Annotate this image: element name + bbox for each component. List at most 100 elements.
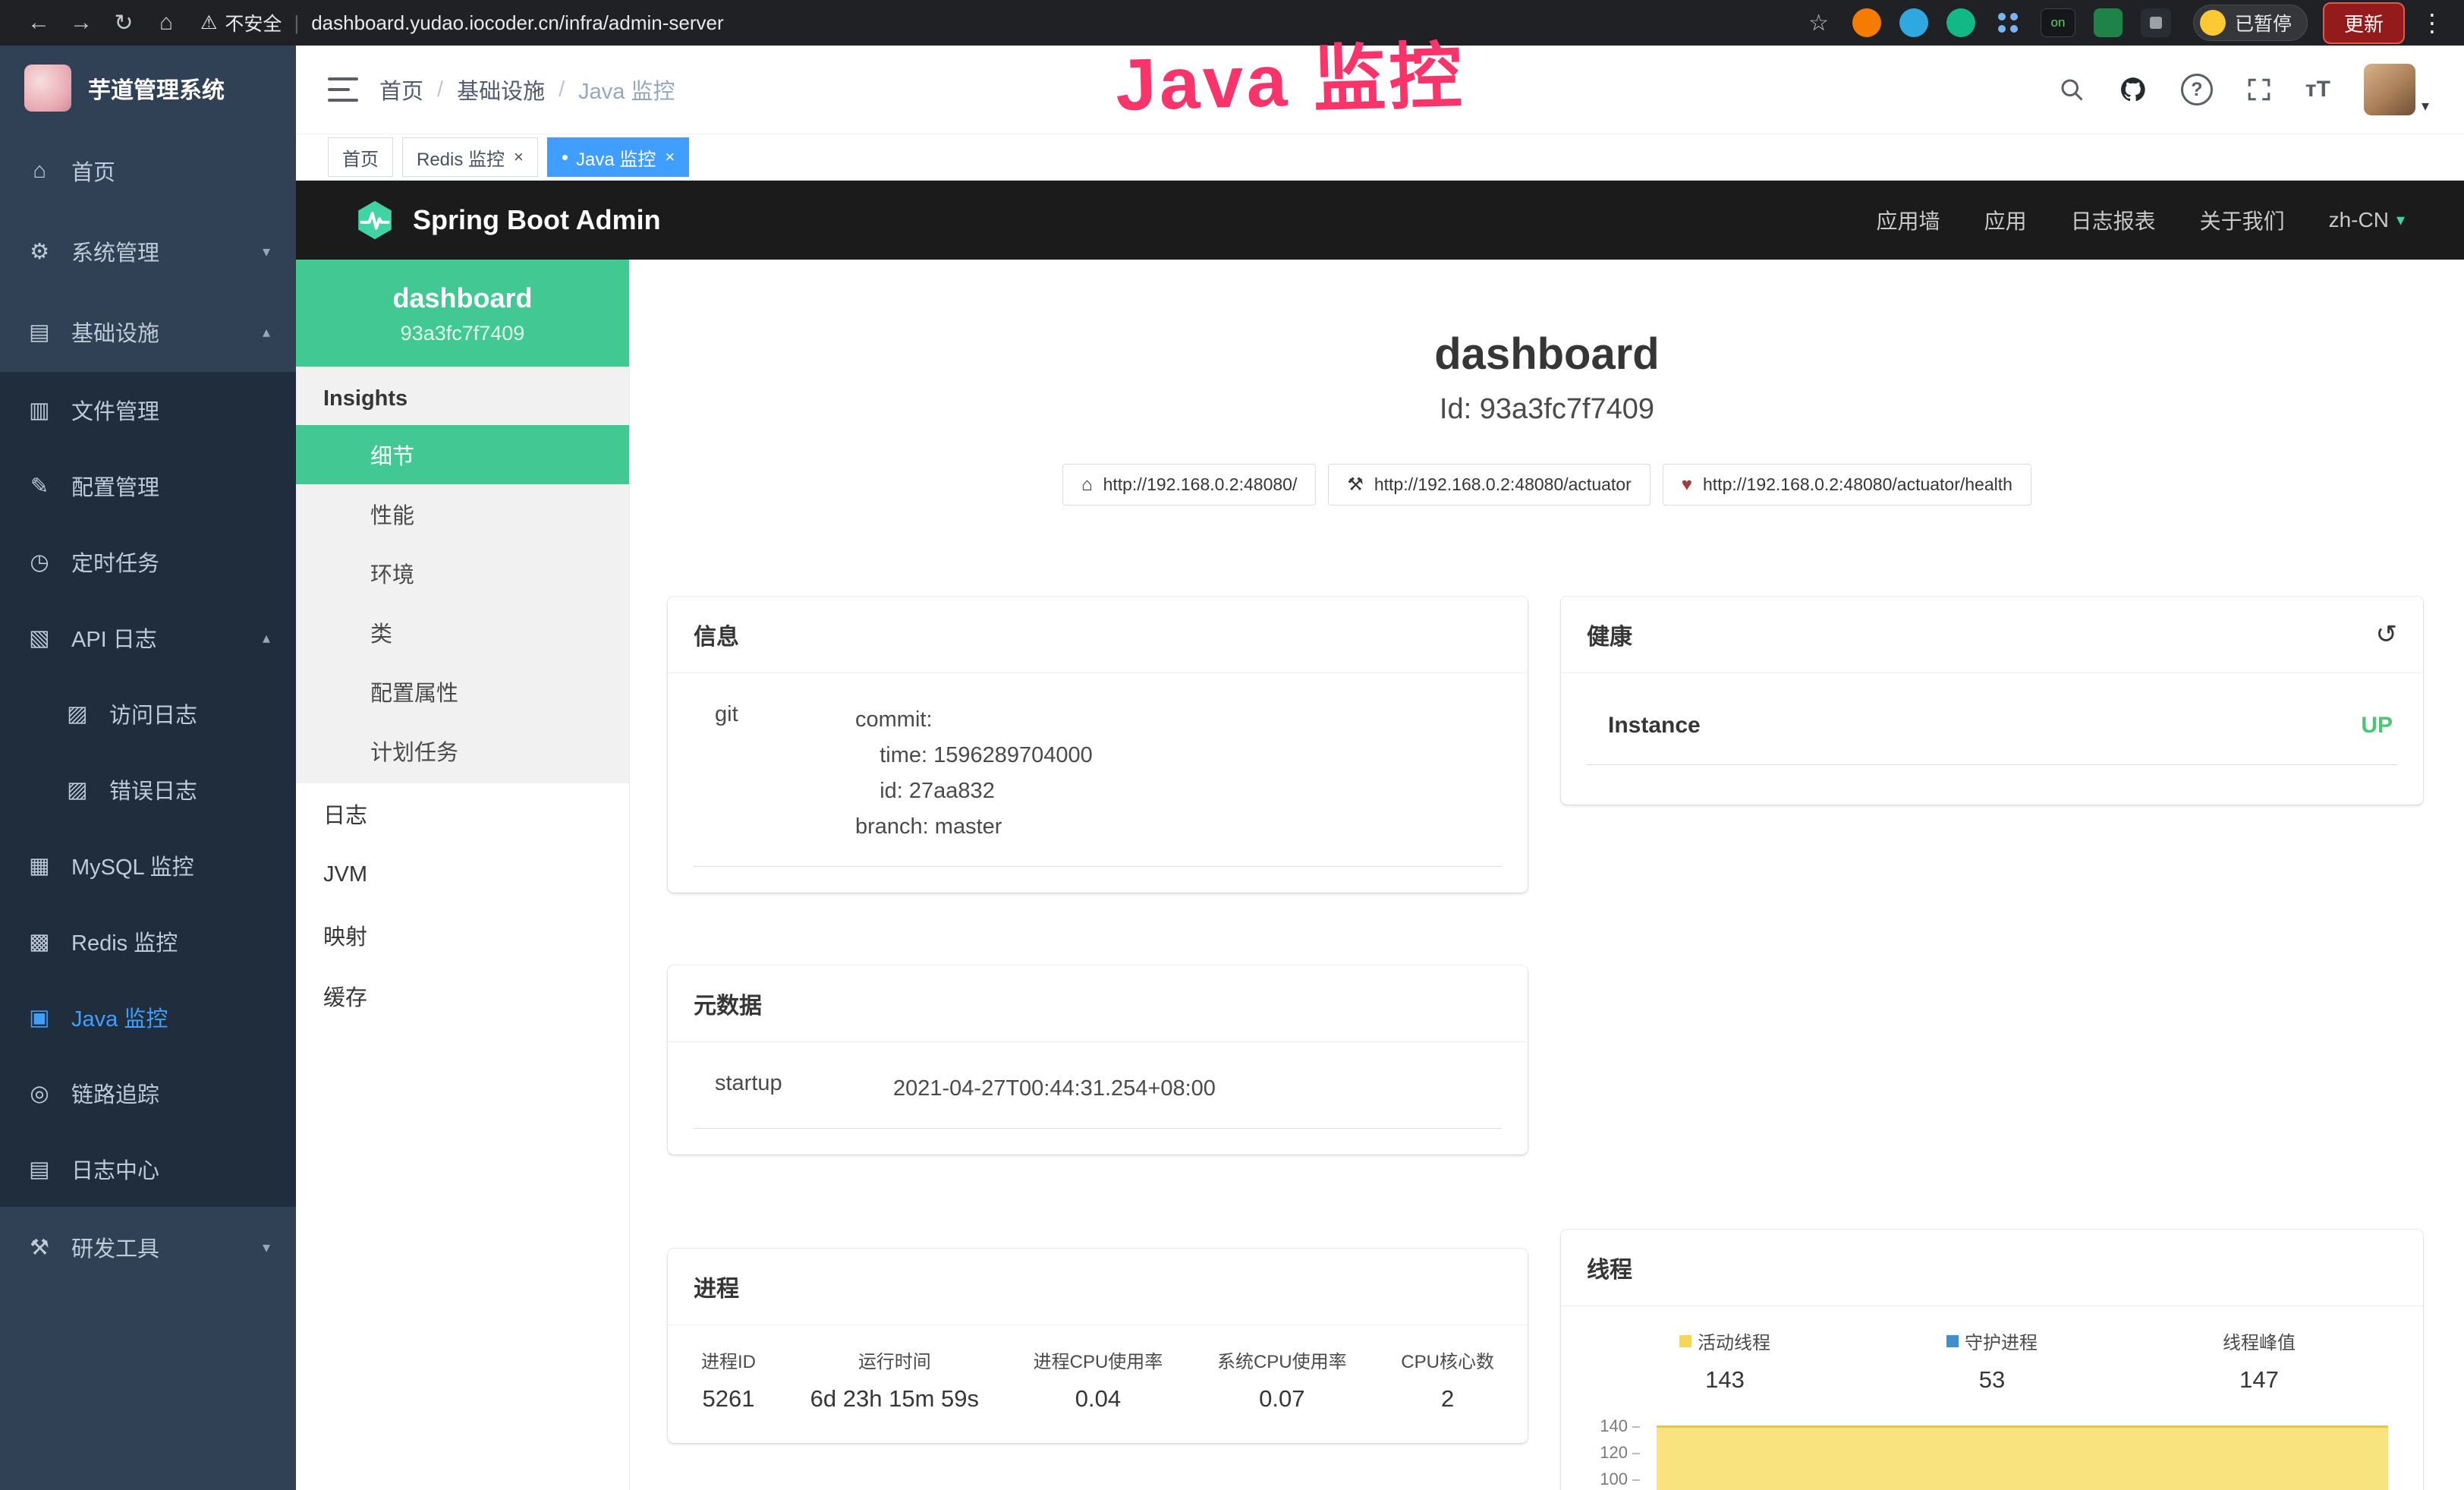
metadata-value: 2021-04-27T00:44:31.254+08:00: [893, 1071, 1216, 1107]
menu-item-classes[interactable]: 类: [296, 603, 629, 662]
address-url[interactable]: dashboard.yudao.iocoder.cn/infra/admin-s…: [311, 11, 723, 35]
sidebar-item-devtools[interactable]: ⚒ 研发工具 ▾: [0, 1207, 296, 1287]
main-column: 首页 / 基础设施 / Java 监控 ? тT ▾: [296, 46, 2464, 1490]
sidebar-item-log-center[interactable]: ▤ 日志中心: [0, 1131, 296, 1207]
card-title: 进程: [694, 1270, 739, 1303]
menu-item-scheduled-tasks[interactable]: 计划任务: [296, 721, 629, 780]
user-menu[interactable]: ▾: [2364, 64, 2429, 115]
info-card: 信息 git commit: time: 1596289704000 id: 2…: [668, 597, 1528, 893]
card-title: 健康: [1587, 618, 1632, 651]
close-icon[interactable]: ×: [665, 147, 675, 167]
reload-icon[interactable]: ↻: [105, 10, 143, 36]
legend-live-threads: 活动线程 143: [1591, 1328, 1858, 1394]
health-card-body: Instance UP: [1561, 673, 2423, 805]
browser-home-icon[interactable]: ⌂: [147, 10, 185, 36]
menu-group-mappings[interactable]: 映射: [296, 905, 629, 966]
update-button[interactable]: 更新: [2323, 2, 2405, 44]
font-size-icon[interactable]: тT: [2305, 77, 2330, 102]
metadata-card: 元数据 startup 2021-04-27T00:44:31.254+08:0…: [668, 966, 1528, 1155]
threads-legend: 活动线程 143 守护进程: [1591, 1328, 2393, 1394]
tab-java-monitor[interactable]: • Java 监控 ×: [547, 137, 689, 177]
paused-badge[interactable]: 已暂停: [2193, 5, 2308, 41]
sba-nav-wall[interactable]: 应用墙: [1877, 205, 1940, 235]
sidebar-item-label: 链路追踪: [71, 1077, 159, 1109]
breadcrumb-separator: /: [437, 77, 443, 102]
sba-nav-journal[interactable]: 日志报表: [2071, 205, 2156, 235]
breadcrumb-home[interactable]: 首页: [379, 74, 423, 106]
tab-label: 首页: [342, 144, 379, 171]
instance-content: dashboard Id: 93a3fc7f7409 ⌂ http://192.…: [630, 260, 2464, 1490]
sidebar-item-mysql[interactable]: ▦ MySQL 监控: [0, 827, 296, 903]
bookmark-star-icon[interactable]: ☆: [1808, 10, 1829, 36]
sidebar-item-label: 首页: [71, 155, 115, 187]
browser-menu-icon[interactable]: ⋮: [2420, 8, 2444, 37]
metric-uptime: 运行时间 6d 23h 15m 59s: [810, 1347, 979, 1413]
sba-nav-applications[interactable]: 应用: [1984, 205, 2027, 235]
menu-item-metrics[interactable]: 性能: [296, 484, 629, 543]
help-icon[interactable]: ?: [2181, 74, 2213, 106]
back-icon[interactable]: ←: [20, 10, 58, 36]
sidebar-item-jobs[interactable]: ◷ 定时任务: [0, 524, 296, 600]
menu-group-label: Insights: [296, 367, 629, 425]
menu-group-jvm[interactable]: JVM: [296, 844, 629, 905]
sidebar-item-redis[interactable]: ▩ Redis 监控: [0, 903, 296, 979]
menu-item-environment[interactable]: 环境: [296, 543, 629, 603]
sidebar-item-access-log[interactable]: ▨ 访问日志: [0, 676, 296, 751]
extension-icon-grid[interactable]: [1994, 8, 2022, 37]
breadcrumb-infra[interactable]: 基础设施: [457, 74, 545, 106]
metric-value: 2: [1401, 1385, 1494, 1413]
menu-group-logging[interactable]: 日志: [296, 783, 629, 844]
sidebar-item-config[interactable]: ✎ 配置管理: [0, 448, 296, 524]
sidebar-item-label: Java 监控: [71, 1001, 168, 1033]
legend-daemon-threads: 守护进程 53: [1858, 1328, 2126, 1394]
info-card-header: 信息: [668, 597, 1528, 673]
sidebar-item-system[interactable]: ⚙ 系统管理 ▾: [0, 211, 296, 291]
sidebar-item-label: 文件管理: [71, 394, 159, 426]
home-icon: ⌂: [1081, 474, 1093, 496]
sidebar-item-error-log[interactable]: ▨ 错误日志: [0, 751, 296, 827]
locale-select[interactable]: zh-CN ▾: [2329, 208, 2405, 232]
github-icon[interactable]: [2119, 75, 2148, 104]
extension-icon-blue[interactable]: [1899, 8, 1928, 37]
sidebar-item-infra[interactable]: ▤ 基础设施 ▴: [0, 291, 296, 372]
fullscreen-icon[interactable]: [2246, 77, 2272, 102]
search-icon[interactable]: [2058, 76, 2085, 103]
tab-home[interactable]: 首页: [328, 137, 393, 177]
history-icon[interactable]: ↺: [2376, 619, 2398, 650]
extension-icon-leaf[interactable]: [2094, 8, 2123, 37]
instance-header[interactable]: dashboard 93a3fc7f7409: [296, 260, 629, 367]
sba-nav-about[interactable]: 关于我们: [2200, 205, 2285, 235]
sba-brand[interactable]: Spring Boot Admin: [354, 199, 661, 241]
menu-group-caches[interactable]: 缓存: [296, 966, 629, 1026]
menu-item-configprops[interactable]: 配置属性: [296, 662, 629, 721]
info-key: git: [715, 702, 855, 845]
chart-plot-area: [1657, 1425, 2388, 1490]
sidebar-item-files[interactable]: ▥ 文件管理: [0, 372, 296, 448]
insights-menu: Insights 细节 性能 环境 类 配置属性 计划任务: [296, 367, 629, 783]
sidebar-item-java-monitor[interactable]: ▣ Java 监控: [0, 979, 296, 1055]
tab-redis-monitor[interactable]: Redis 监控 ×: [402, 137, 538, 177]
page-subtitle: Id: 93a3fc7f7409: [630, 393, 2464, 426]
metric-value: 0.04: [1034, 1385, 1163, 1413]
extension-icon-on[interactable]: on: [2041, 8, 2075, 37]
close-icon[interactable]: ×: [514, 147, 524, 167]
sidebar-item-api-log[interactable]: ▧ API 日志 ▴: [0, 600, 296, 676]
sidebar-item-trace[interactable]: ◎ 链路追踪: [0, 1055, 296, 1131]
extension-icon-orange[interactable]: [1852, 8, 1881, 37]
health-url-link[interactable]: ♥ http://192.168.0.2:48080/actuator/heal…: [1663, 464, 2031, 506]
service-url-link[interactable]: ⌂ http://192.168.0.2:48080/: [1062, 464, 1316, 506]
sidebar-item-home[interactable]: ⌂ 首页: [0, 131, 296, 211]
metadata-card-body: startup 2021-04-27T00:44:31.254+08:00: [668, 1042, 1528, 1155]
sidebar-collapse-icon[interactable]: [328, 77, 358, 102]
menu-item-details[interactable]: 细节: [296, 425, 629, 484]
legend-peak-threads: 线程峰值 147: [2126, 1328, 2393, 1394]
sidebar-item-label: Redis 监控: [71, 925, 178, 957]
card-title: 线程: [1587, 1251, 1632, 1284]
actuator-url-link[interactable]: ⚒ http://192.168.0.2:48080/actuator: [1328, 464, 1650, 506]
forward-icon[interactable]: →: [62, 10, 100, 36]
tools-icon: ⚒: [26, 1234, 53, 1261]
security-warning[interactable]: ⚠ 不安全: [200, 9, 282, 36]
extension-icon-green[interactable]: [1946, 8, 1975, 37]
app-logo-row[interactable]: 芋道管理系统: [0, 46, 296, 131]
extensions-puzzle-icon[interactable]: [2141, 8, 2171, 37]
